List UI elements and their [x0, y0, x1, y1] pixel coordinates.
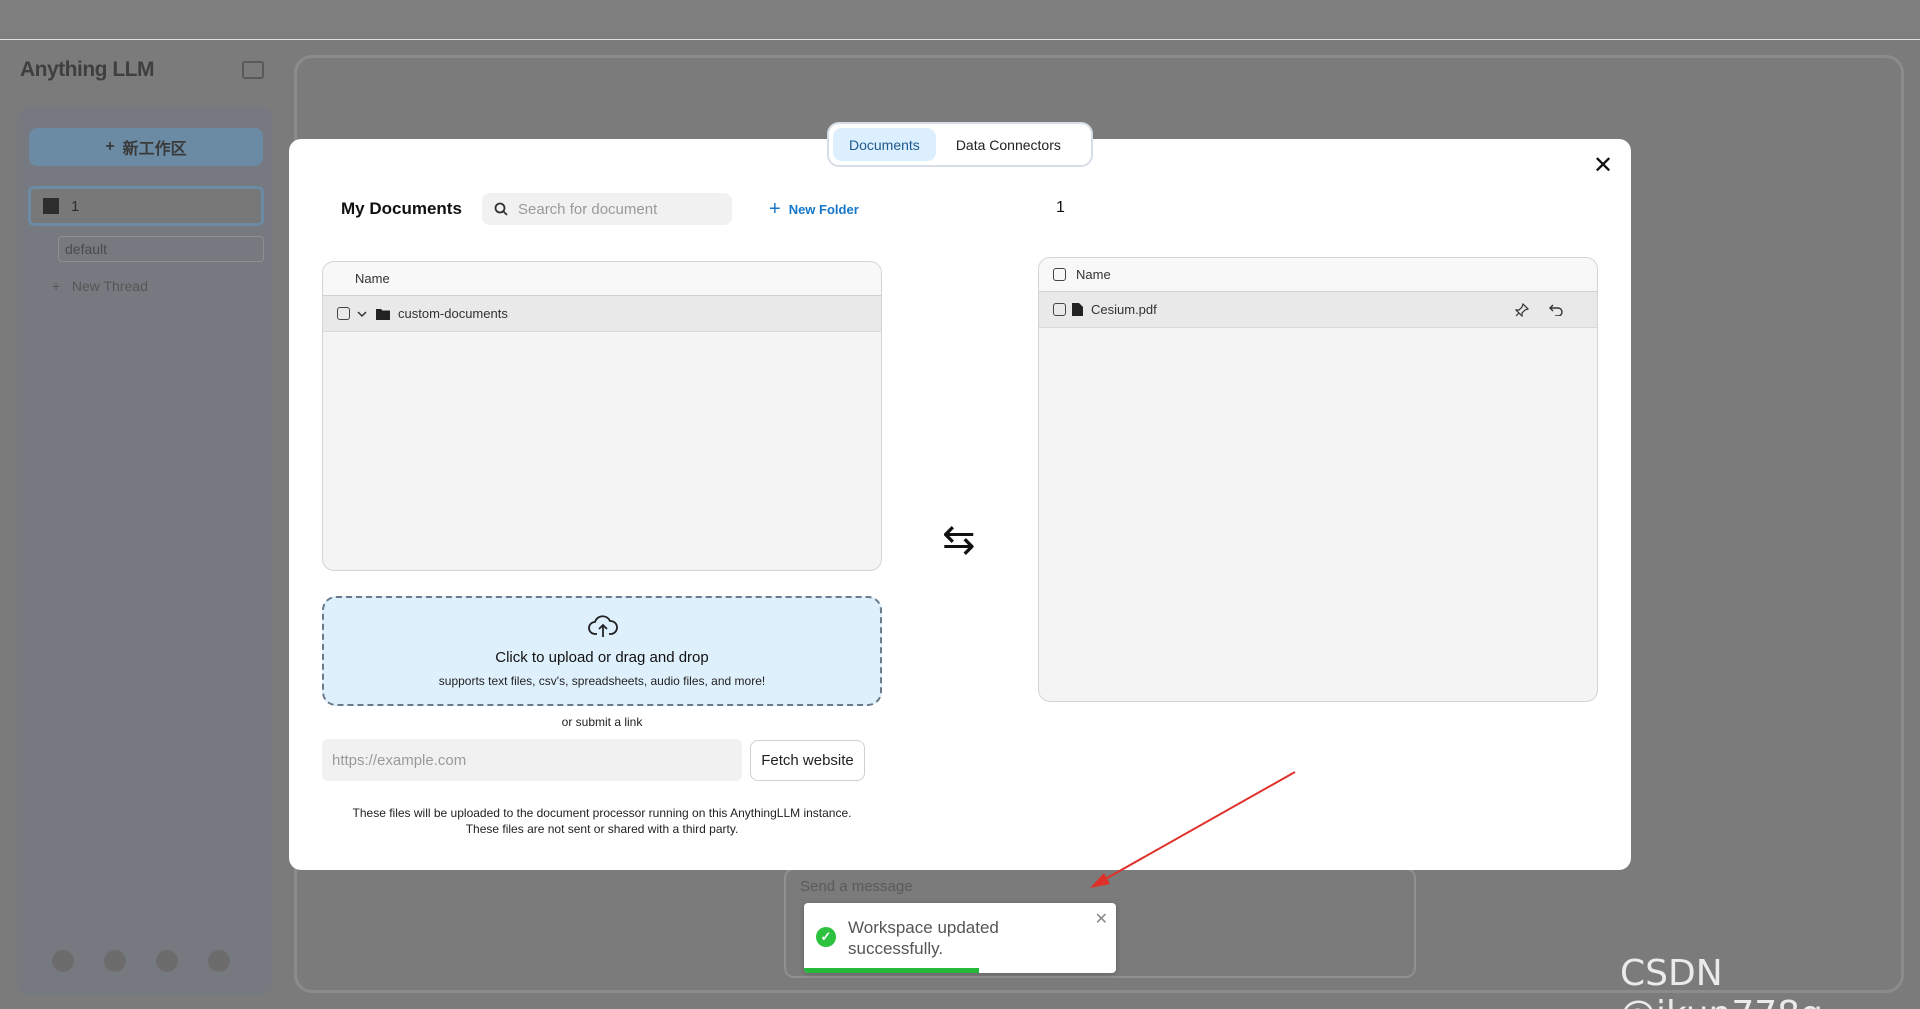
new-folder-button[interactable]: + New Folder — [769, 199, 859, 219]
toast-progress-bar — [804, 968, 979, 973]
pin-icon[interactable] — [1515, 302, 1529, 317]
disclaimer-line-2: These files are not sent or shared with … — [465, 822, 739, 836]
upload-subtitle: supports text files, csv's, spreadsheets… — [438, 674, 766, 688]
modal-tabs: Documents Data Connectors — [827, 122, 1093, 167]
tab-data-connectors[interactable]: Data Connectors — [940, 128, 1077, 161]
my-documents-table: Name custom-documents — [322, 261, 882, 571]
disclaimer-line-1: These files will be uploaded to the docu… — [352, 806, 852, 820]
toast-line-1: Workspace updated — [848, 918, 999, 937]
discord-icon[interactable] — [156, 950, 178, 972]
cloud-upload-icon — [588, 615, 618, 637]
browser-top-bar — [0, 0, 1920, 40]
new-workspace-label: 新工作区 — [122, 141, 187, 158]
fetch-website-button[interactable]: Fetch website — [750, 740, 865, 781]
my-documents-title: My Documents — [341, 199, 462, 218]
workspace-title: 1 — [1056, 199, 1065, 216]
plus-icon: + — [105, 138, 115, 155]
chevron-down-icon[interactable] — [356, 308, 368, 320]
folder-name: custom-documents — [398, 306, 508, 321]
upload-disclaimer: These files will be uploaded to the docu… — [322, 805, 882, 837]
select-all-checkbox[interactable] — [1053, 268, 1066, 281]
document-search — [482, 193, 732, 225]
undo-icon[interactable] — [1549, 304, 1563, 316]
tab-documents[interactable]: Documents — [833, 128, 936, 161]
workspace-documents-table: Name Cesium.pdf — [1038, 257, 1598, 702]
upload-dropzone[interactable]: Click to upload or drag and drop support… — [322, 596, 882, 706]
toast-message: Workspace updated successfully. — [848, 917, 999, 959]
table-header: Name — [1039, 258, 1597, 292]
watermark: CSDN @ikun778g — [1620, 953, 1823, 1009]
app-logo: Anything LLM — [20, 58, 154, 81]
folder-row[interactable]: custom-documents — [323, 296, 881, 332]
thread-default[interactable]: default — [58, 236, 264, 262]
column-name: Name — [355, 271, 390, 286]
column-name: Name — [1076, 267, 1111, 282]
sidebar-toggle-icon[interactable] — [242, 61, 264, 79]
search-input[interactable] — [518, 200, 708, 218]
file-row[interactable]: Cesium.pdf — [1039, 292, 1597, 328]
close-icon[interactable]: ✕ — [1593, 154, 1613, 178]
move-documents-icon[interactable]: ⇆ — [942, 520, 976, 560]
check-circle-icon: ✓ — [816, 927, 836, 947]
new-folder-label: New Folder — [788, 201, 859, 217]
sidebar-footer — [52, 950, 230, 972]
link-icon[interactable] — [52, 950, 74, 972]
success-toast: ✓ Workspace updated successfully. ✕ — [804, 903, 1116, 973]
file-icon — [1072, 303, 1083, 316]
workspace-grid-icon — [43, 198, 59, 214]
upload-title: Click to upload or drag and drop — [495, 649, 709, 666]
folder-icon — [376, 308, 390, 320]
chat-placeholder: Send a message — [800, 878, 913, 895]
row-checkbox[interactable] — [337, 307, 350, 320]
workspace-name: 1 — [71, 197, 80, 215]
table-header: Name — [323, 262, 881, 296]
wrench-icon[interactable] — [208, 950, 230, 972]
search-icon — [494, 202, 508, 216]
sidebar-item-workspace[interactable]: 1 — [28, 186, 264, 226]
toast-line-2: successfully. — [848, 939, 944, 958]
url-input[interactable] — [322, 739, 742, 781]
new-thread-button[interactable]: + New Thread — [52, 278, 148, 294]
new-thread-label: New Thread — [71, 278, 148, 294]
new-workspace-button[interactable]: + 新工作区 — [29, 128, 263, 166]
plus-icon: + — [769, 198, 781, 220]
docs-icon[interactable] — [104, 950, 126, 972]
row-checkbox[interactable] — [1053, 303, 1066, 316]
close-icon[interactable]: ✕ — [1095, 909, 1108, 929]
or-submit-link: or submit a link — [561, 715, 643, 729]
file-name: Cesium.pdf — [1091, 302, 1157, 317]
